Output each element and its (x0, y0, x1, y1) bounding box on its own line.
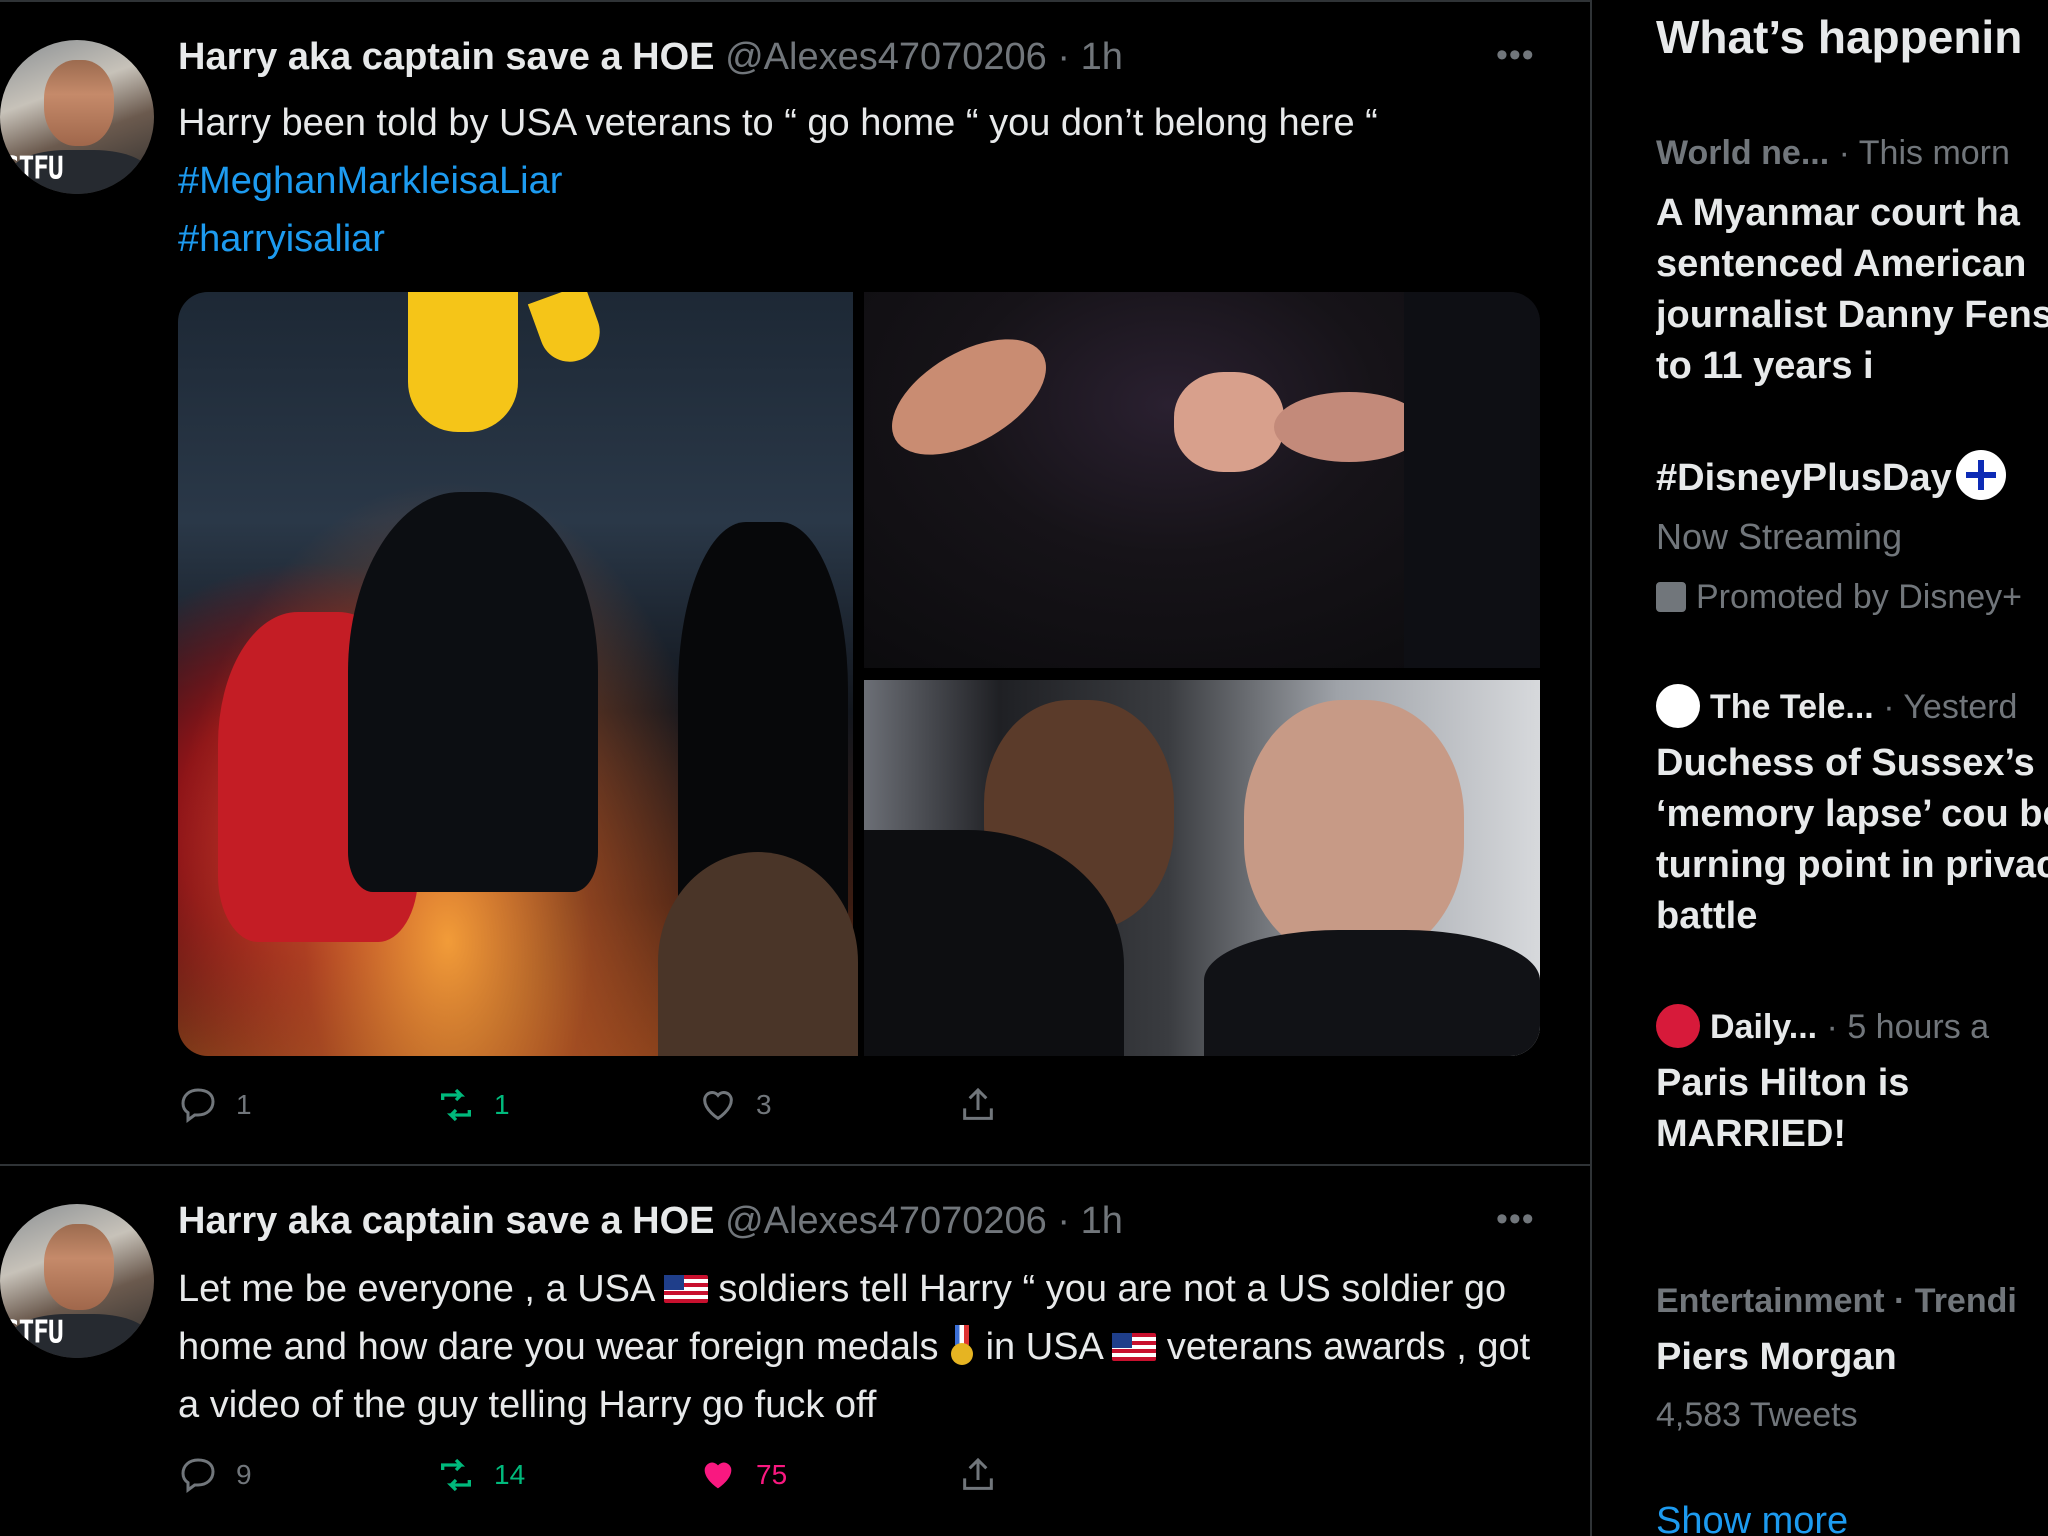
tweet-body: in USA (985, 1326, 1102, 1368)
timeline: STFU Harry aka captain save a HOE @Alexe… (0, 0, 1592, 1536)
hand (872, 315, 1066, 479)
display-name[interactable]: Harry aka captain save a HOE (178, 1200, 715, 1242)
trend-headline[interactable]: Paris Hilton is MARRIED! (1656, 1058, 1916, 1160)
drawn-overlay (408, 292, 518, 432)
trend-subtitle: Now Streaming (1656, 516, 1903, 557)
suit (1204, 930, 1540, 1056)
foreground-figure (658, 852, 858, 1056)
tweet-body: Let me be everyone , a USA (178, 1268, 654, 1310)
retweet-icon (441, 1088, 471, 1122)
tweet-body: Harry been told by USA veterans to “ go … (178, 102, 1378, 144)
reply-button[interactable]: 1 (178, 1080, 252, 1130)
trend-category: World ne... (1656, 134, 1830, 172)
photo-hands-closeup[interactable] (864, 292, 1540, 668)
heart-icon (703, 1091, 733, 1121)
like-button[interactable]: 75 (698, 1450, 787, 1500)
avatar-overlay-text: STFU (4, 151, 64, 187)
drawn-overlay (527, 292, 609, 371)
trend-meta: World ne... · This morn (1656, 134, 2010, 173)
daily-mail-logo-icon (1656, 1004, 1700, 1048)
retweet-button[interactable]: 1 (436, 1080, 510, 1130)
photo-faces-closeup[interactable] (864, 680, 1540, 1056)
tweet[interactable]: STFU Harry aka captain save a HOE @Alexe… (0, 1166, 1590, 1536)
like-count: 3 (756, 1089, 772, 1120)
reply-button[interactable]: 9 (178, 1450, 252, 1500)
handle[interactable]: @Alexes47070206 (725, 36, 1047, 78)
avatar-face (44, 60, 114, 146)
like-count: 75 (756, 1459, 788, 1490)
show-more-link[interactable]: Show more (1656, 1500, 1848, 1536)
trend-headline[interactable]: Duchess of Sussex’s ‘memory lapse’ cou b… (1656, 738, 2048, 942)
heart-filled-icon (704, 1462, 732, 1489)
more-options-icon[interactable]: ••• (1496, 1200, 1535, 1239)
share-button[interactable] (958, 1080, 1016, 1130)
media-grid (178, 292, 1540, 1056)
tweet-actions: 1 1 3 (178, 1080, 1378, 1130)
whats-happening-panel: What’s happenin World ne... · This morn … (1656, 0, 2048, 1536)
trend-meta: Daily... · 5 hours a (1656, 1004, 1989, 1048)
reply-count: 1 (236, 1089, 252, 1120)
hand (1174, 372, 1284, 472)
disney-plus-icon (1955, 450, 2006, 500)
trend-tweet-count: 4,583 Tweets (1656, 1396, 1858, 1434)
reply-icon (181, 1088, 215, 1123)
hashtag-link[interactable]: #harryisaliar (178, 210, 1548, 268)
timestamp[interactable]: · 1h (1057, 36, 1122, 78)
face (1244, 700, 1464, 960)
tweet-header: Harry aka captain save a HOE @Alexes4707… (178, 36, 1123, 79)
trend-meta: The Tele... · Yesterd (1656, 684, 2017, 728)
medal-icon (949, 1325, 975, 1367)
retweet-count: 14 (494, 1459, 526, 1490)
us-flag-icon (663, 1275, 708, 1303)
hand (1274, 392, 1424, 462)
handle[interactable]: @Alexes47070206 (725, 1200, 1047, 1242)
reply-count: 9 (236, 1459, 252, 1490)
timestamp[interactable]: · 1h (1057, 1200, 1122, 1242)
promoted-text: Promoted by Disney+ (1696, 578, 2022, 616)
promoted-label: Promoted by Disney+ (1656, 578, 2022, 617)
tweet-text: Harry been told by USA veterans to “ go … (178, 94, 1548, 268)
tweet-text: Let me be everyone , a USA soldiers tell… (178, 1260, 1548, 1434)
tweet-actions: 9 14 75 (178, 1450, 1378, 1500)
us-flag-icon (1112, 1333, 1157, 1361)
retweet-button[interactable]: 14 (436, 1450, 525, 1500)
trend-category: Entertainment · Trendi (1656, 1282, 2017, 1320)
share-button[interactable] (958, 1450, 1016, 1500)
trend-time: · Yesterd (1883, 688, 2018, 726)
tweet-header: Harry aka captain save a HOE @Alexes4707… (178, 1200, 1123, 1243)
avatar-face (44, 1224, 114, 1310)
reply-icon (181, 1458, 215, 1493)
avatar[interactable]: STFU (0, 40, 154, 194)
share-icon (963, 1087, 993, 1120)
sleeve (1404, 292, 1540, 668)
photo-gala-dinner[interactable] (178, 292, 858, 1056)
hashtag-link[interactable]: #MeghanMarkleisaLiar (178, 152, 1548, 210)
display-name[interactable]: Harry aka captain save a HOE (178, 36, 715, 78)
trend-name: #DisneyPlusDay (1656, 457, 1952, 499)
trend-source: The Tele... (1710, 688, 1874, 726)
trend-time: · This morn (1838, 134, 2010, 172)
avatar-overlay-text: STFU (4, 1315, 64, 1351)
panel-title: What’s happenin (1656, 11, 2023, 63)
trend-source: Daily... (1710, 1008, 1818, 1046)
suited-figure (348, 492, 598, 892)
telegraph-logo-icon (1656, 684, 1700, 728)
trend-item-disneyplusday[interactable]: #DisneyPlusDay (1656, 450, 2006, 500)
promoted-icon (1656, 582, 1686, 612)
more-options-icon[interactable]: ••• (1496, 36, 1535, 75)
tweet[interactable]: STFU Harry aka captain save a HOE @Alexe… (0, 0, 1590, 1164)
trend-headline[interactable]: A Myanmar court ha sentenced American jo… (1656, 188, 2048, 392)
share-icon (963, 1457, 993, 1490)
trend-time: · 5 hours a (1826, 1008, 1990, 1046)
trend-name[interactable]: Piers Morgan (1656, 1336, 1897, 1379)
avatar[interactable]: STFU (0, 1204, 154, 1358)
retweet-icon (441, 1458, 471, 1492)
like-button[interactable]: 3 (698, 1080, 772, 1130)
retweet-count: 1 (494, 1089, 510, 1120)
